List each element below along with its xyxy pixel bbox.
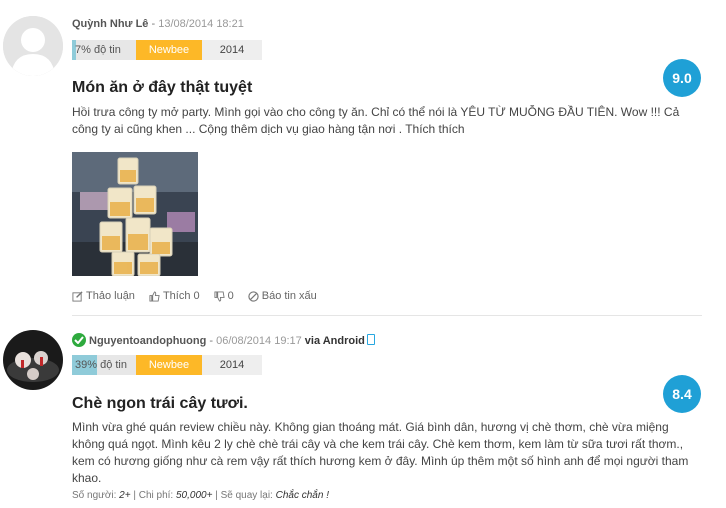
default-avatar-icon	[3, 16, 63, 76]
score-badge: 8.4	[663, 375, 701, 413]
level-badge: Newbee	[136, 40, 202, 60]
review-meta: Nguyentoandophuong - 06/08/2014 19:17 vi…	[72, 333, 375, 347]
meta-separator: -	[148, 18, 159, 30]
verified-icon	[72, 333, 86, 347]
like-button[interactable]: Thích 0	[149, 290, 200, 302]
avatar[interactable]	[3, 16, 63, 76]
discuss-button[interactable]: Thảo luận	[72, 290, 135, 302]
username[interactable]: Quỳnh Như Lê	[72, 18, 148, 30]
block-icon	[248, 290, 259, 302]
year-badge: 2014	[202, 40, 262, 60]
dislike-count: 0	[227, 290, 234, 302]
username[interactable]: Nguyentoandophuong	[89, 335, 206, 347]
trust-label: 7% độ tin	[75, 44, 121, 56]
avatar[interactable]	[3, 330, 63, 390]
cost-label: | Chi phí:	[130, 490, 176, 501]
mobile-phone-icon	[366, 334, 375, 345]
year-badge: 2014	[202, 355, 262, 375]
edit-icon	[72, 290, 83, 302]
people-label: Số người:	[72, 490, 120, 501]
level-badge: Newbee	[136, 355, 202, 375]
review-date: 13/08/2014 18:21	[158, 18, 244, 30]
report-button[interactable]: Báo tin xấu	[248, 290, 317, 302]
trust-label: 39% độ tin	[75, 359, 127, 371]
via-device: via Android	[304, 335, 365, 347]
trust-badge: 39% độ tin	[72, 355, 136, 375]
review-text: Hồi trưa công ty mở party. Mình gọi vào …	[72, 105, 680, 136]
review-title[interactable]: Món ăn ở đây thật tuyệt	[72, 79, 252, 97]
like-label: Thích 0	[162, 290, 200, 302]
review-photo[interactable]	[72, 152, 198, 276]
thumbs-down-icon	[214, 290, 225, 302]
review-text: Mình vừa ghé quán review chiều này. Khôn…	[72, 420, 689, 485]
review-title[interactable]: Chè ngon trái cây tươi.	[72, 395, 248, 413]
thumbs-up-icon	[149, 290, 160, 302]
return-label: | Sẽ quay lại:	[212, 490, 276, 501]
review-date: 06/08/2014 19:17	[216, 335, 302, 347]
user-photo-image	[3, 330, 63, 390]
review-meta: Quỳnh Như Lê - 13/08/2014 18:21	[72, 18, 244, 30]
cost-value: 50,000+	[175, 490, 213, 501]
score-badge: 9.0	[663, 59, 701, 97]
dislike-button[interactable]: 0	[214, 290, 234, 302]
food-photo-image	[72, 152, 198, 276]
review-actions: Thảo luận Thích 0 0 Báo tin xấu	[72, 290, 317, 302]
people-value: 2+	[119, 490, 131, 501]
discuss-label: Thảo luận	[86, 290, 135, 302]
review-divider	[72, 315, 702, 316]
return-value: Chắc chắn !	[275, 490, 329, 501]
trust-badge: 7% độ tin	[72, 40, 136, 60]
report-label: Báo tin xấu	[261, 290, 317, 302]
user-badges: 7% độ tin Newbee 2014	[72, 40, 262, 60]
user-badges: 39% độ tin Newbee 2014	[72, 355, 262, 375]
review-info: Số người: 2+ | Chi phí: 50,000+ | Sẽ qua…	[72, 490, 329, 501]
meta-separator: -	[206, 335, 217, 347]
